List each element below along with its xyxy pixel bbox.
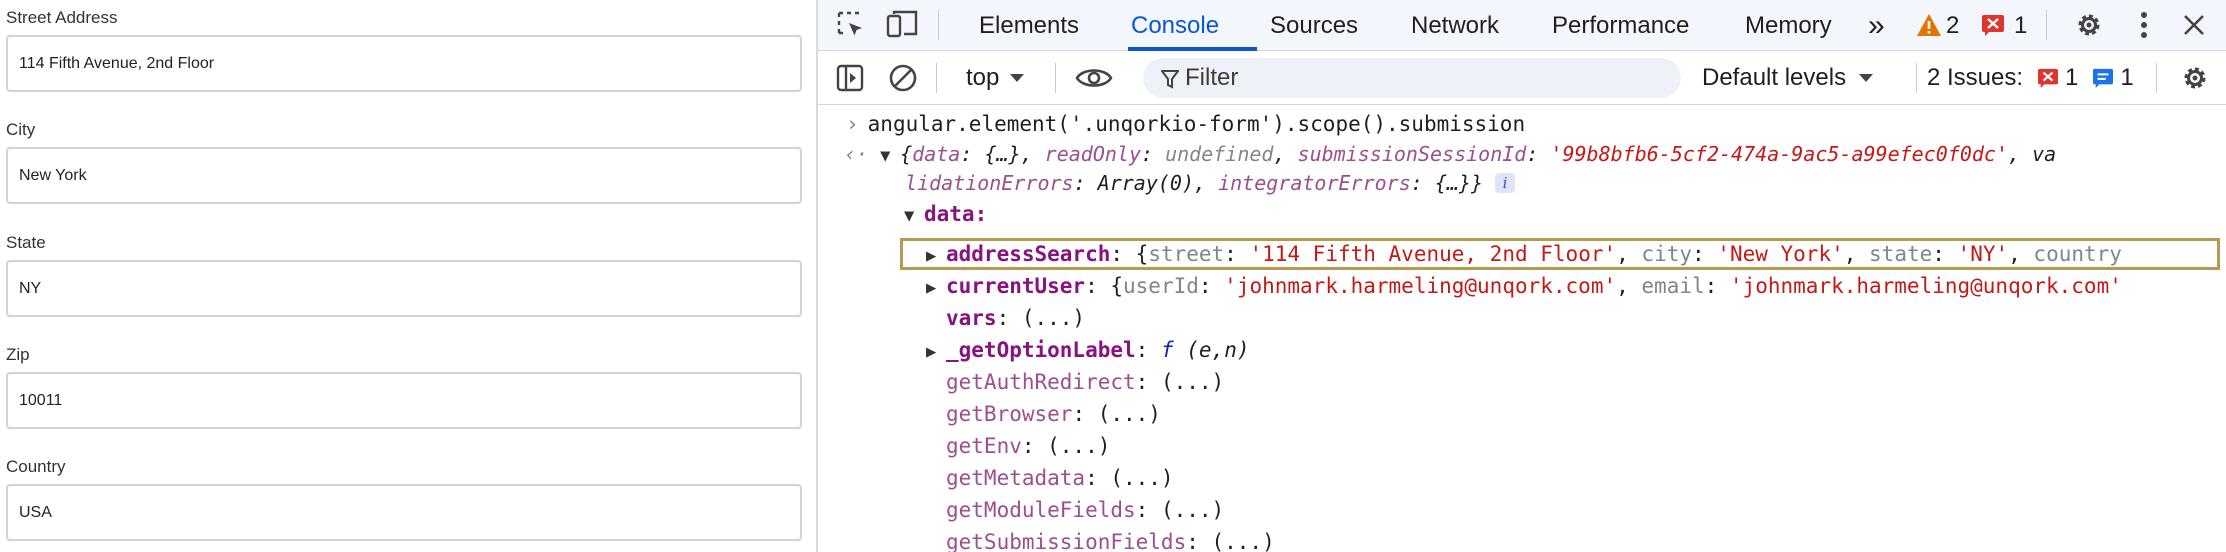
device-toolbar-icon[interactable] [884, 7, 922, 43]
state-input[interactable] [6, 260, 802, 317]
tree-getter-node[interactable]: getAuthRedirect: (...) [946, 367, 1224, 397]
tree-address-search-node[interactable]: ▶ addressSearch: {street: '114 Fifth Aven… [926, 239, 2122, 271]
settings-gear-icon[interactable] [2070, 7, 2108, 43]
zip-input[interactable] [6, 372, 802, 429]
issues-label: 2 Issues: [1927, 64, 2024, 91]
context-selector[interactable]: top [966, 51, 1025, 105]
console-toolbar: top Default levels 2 Issues: 1 1 [818, 51, 2226, 105]
log-levels-dropdown[interactable]: Default levels [1702, 51, 1874, 105]
live-expression-eye-icon[interactable] [1071, 60, 1117, 96]
zip-label: Zip [6, 345, 30, 364]
toolbar-separator [2046, 10, 2047, 40]
tab-sources[interactable]: Sources [1270, 0, 1358, 51]
toolbar-separator [1055, 63, 1056, 93]
issues-errors-count: 1 [2065, 64, 2079, 91]
tab-console[interactable]: Console [1131, 0, 1219, 51]
address-form: Street Address City State Zip Country [0, 0, 816, 552]
collapse-triangle-icon[interactable]: ▼ [904, 201, 924, 231]
tree-getter-node[interactable]: getModuleFields: (...) [946, 495, 1224, 525]
warning-icon[interactable] [1914, 7, 1944, 43]
result-summary-line-wrap: lidationErrors: Array(0), integratorErro… [905, 168, 1516, 198]
command-text: angular.element('.unqorkio-form').scope(… [867, 112, 1526, 136]
tab-memory[interactable]: Memory [1745, 0, 1832, 51]
devtools-tabbar: Elements Console Sources Network Perform… [818, 0, 2226, 51]
state-label: State [6, 233, 46, 252]
issues-info-count: 1 [2120, 64, 2134, 91]
tree-get-option-label-node[interactable]: ▶ _getOptionLabel: f (e,n) [926, 335, 1249, 367]
tab-network[interactable]: Network [1411, 0, 1499, 51]
log-levels-label: Default levels [1702, 64, 1847, 91]
console-settings-gear-icon[interactable] [2176, 60, 2214, 96]
warnings-count[interactable]: 2 [1946, 0, 1959, 51]
toolbar-separator [1916, 63, 1917, 93]
tree-current-user-node[interactable]: ▶ currentUser: {userId: 'johnmark.harmeli… [926, 271, 2122, 303]
console-command-line[interactable]: › angular.element('.unqorkio-form').scope… [846, 109, 1525, 139]
more-tabs-icon[interactable]: » [1868, 0, 1885, 51]
more-options-icon[interactable] [2125, 7, 2163, 43]
issue-info-icon [2093, 68, 2114, 88]
tree-getter-node[interactable]: getSubmissionFields: (...) [946, 527, 1275, 552]
toolbar-separator [938, 10, 939, 40]
city-label: City [6, 120, 36, 139]
street-address-input[interactable] [6, 35, 802, 92]
inspect-element-icon[interactable] [832, 7, 870, 43]
country-label: Country [6, 457, 66, 476]
expand-triangle-icon[interactable]: ▶ [926, 273, 946, 303]
close-icon[interactable] [2175, 7, 2213, 43]
sidebar-toggle-icon[interactable] [831, 60, 869, 96]
street-address-label: Street Address [6, 8, 118, 27]
filter-input[interactable] [1185, 58, 1665, 98]
prompt-chevron-icon: › [846, 112, 859, 136]
result-return-icon: ‹· [844, 142, 869, 166]
tab-performance[interactable]: Performance [1552, 0, 1689, 51]
result-summary-line[interactable]: ‹· ▼ {data: {…}, readOnly: undefined, sub… [844, 139, 2056, 171]
chevron-down-icon [1010, 74, 1025, 82]
issue-error-icon [2038, 68, 2059, 88]
toolbar-separator [936, 63, 937, 93]
devtools-panel: Elements Console Sources Network Perform… [818, 0, 2226, 552]
tree-vars-node[interactable]: vars: (...) [946, 303, 1085, 333]
clear-console-icon[interactable] [884, 60, 922, 96]
error-icon[interactable] [1978, 7, 2008, 43]
collapse-triangle-icon[interactable]: ▼ [880, 141, 900, 171]
tree-getter-node[interactable]: getMetadata: (...) [946, 463, 1174, 493]
country-input[interactable] [6, 484, 802, 541]
tree-getter-node[interactable]: getBrowser: (...) [946, 399, 1161, 429]
expand-triangle-icon[interactable]: ▶ [926, 337, 946, 367]
toolbar-separator [2156, 63, 2157, 93]
errors-count[interactable]: 1 [2014, 0, 2027, 51]
tree-getter-node[interactable]: getEnv: (...) [946, 431, 1110, 461]
info-badge-icon[interactable]: i [1495, 173, 1516, 193]
console-output: › angular.element('.unqorkio-form').scope… [818, 106, 2226, 552]
context-label: top [966, 64, 1000, 91]
city-input[interactable] [6, 147, 802, 204]
filter-funnel-icon [1161, 70, 1179, 89]
chevron-down-icon [1859, 74, 1874, 82]
expand-triangle-icon[interactable]: ▶ [926, 241, 946, 271]
tree-data-node[interactable]: ▼ data: [904, 199, 987, 231]
tab-elements[interactable]: Elements [979, 0, 1079, 51]
issues-counter[interactable]: 2 Issues: 1 1 [1927, 51, 2134, 105]
filter-box[interactable] [1143, 58, 1681, 98]
